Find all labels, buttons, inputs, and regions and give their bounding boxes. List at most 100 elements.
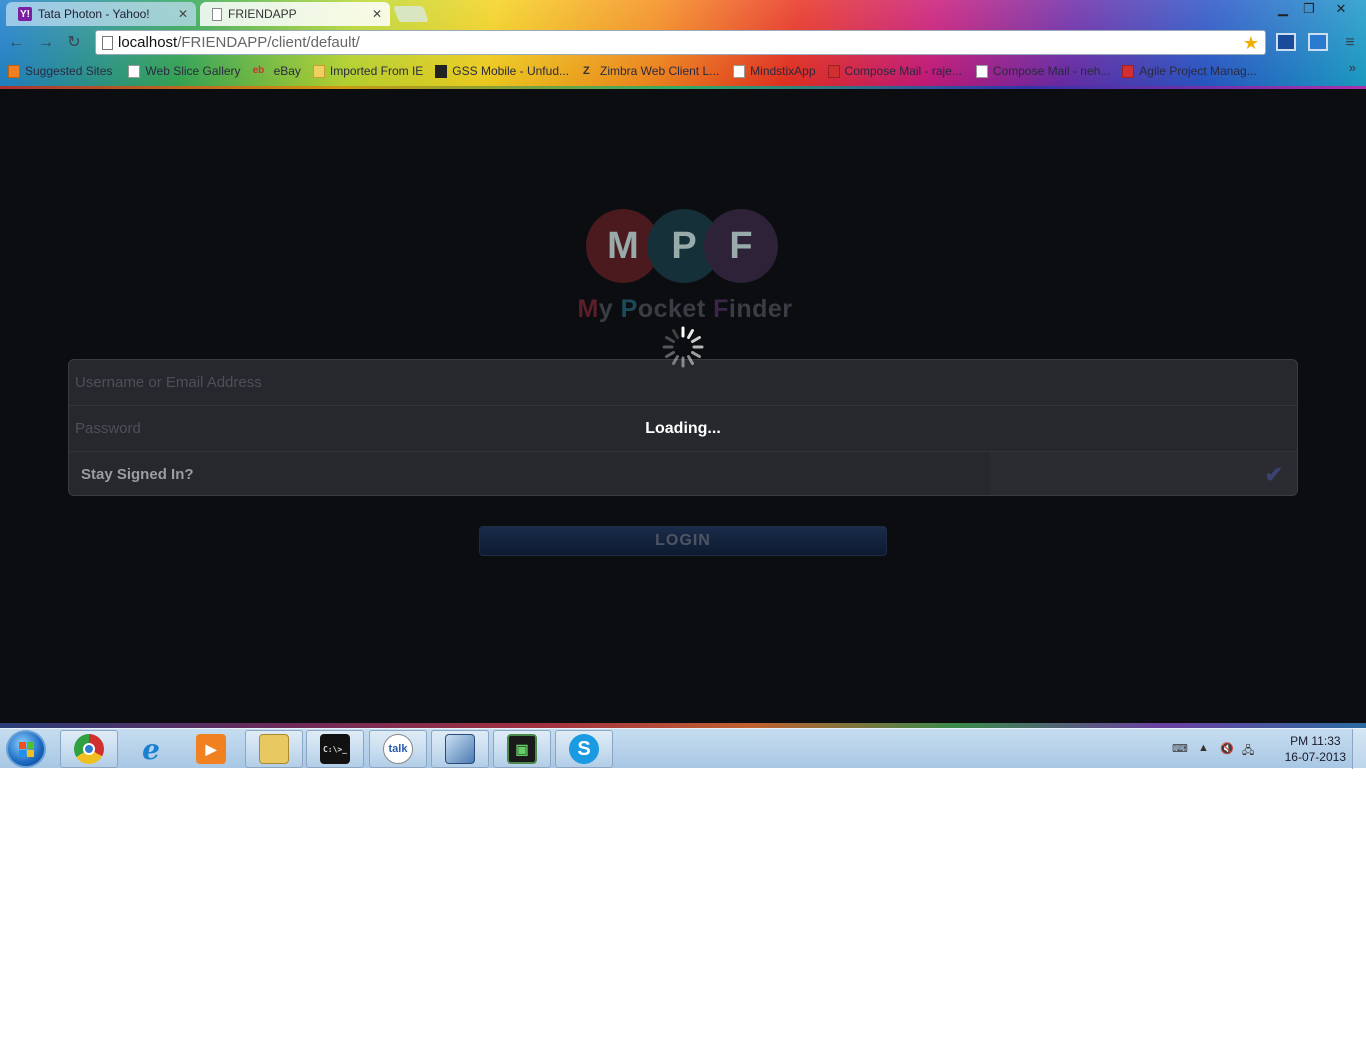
page-icon xyxy=(212,7,222,21)
tab-title: FRIENDAPP xyxy=(228,7,297,21)
stay-signed-in-label: Stay Signed In? xyxy=(81,466,194,483)
tagline-initial: M xyxy=(577,295,599,323)
bookmarks-overflow-icon[interactable]: » xyxy=(1349,60,1356,75)
close-tab-icon[interactable]: ✕ xyxy=(372,7,382,21)
taskbar-internet-explorer[interactable]: e xyxy=(122,730,180,768)
bookmark-label: Web Slice Gallery xyxy=(145,64,241,78)
tagline-initial: F xyxy=(713,295,729,323)
logo-letter: P xyxy=(671,224,697,267)
close-window-icon[interactable]: ✕ xyxy=(1328,0,1354,18)
volume-muted-icon[interactable]: 🔇 xyxy=(1220,742,1234,755)
bookmark-compose-mail-neh[interactable]: Compose Mail - neh... xyxy=(975,64,1110,78)
browser-toolbar: ← → ↻ localhost/FRIENDAPP/client/default… xyxy=(0,28,1366,58)
address-bar[interactable]: localhost/FRIENDAPP/client/default/ ★ xyxy=(95,30,1266,55)
tagline-rest: inder xyxy=(728,295,793,323)
windows-logo-icon xyxy=(19,742,26,749)
tagline-rest: y xyxy=(598,295,614,323)
new-tab-button[interactable] xyxy=(393,6,429,22)
bookmark-mindstixapp[interactable]: MindstixApp xyxy=(733,64,816,78)
tab-title: Tata Photon - Yahoo! xyxy=(38,7,150,21)
zimbra-icon: Z xyxy=(583,64,590,77)
app-viewport: M P F My Pocket Finder Stay Signed In? ✔… xyxy=(0,89,1366,723)
system-clock[interactable]: PM 11:33 16-07-2013 xyxy=(1285,733,1346,765)
close-tab-icon[interactable]: ✕ xyxy=(178,7,188,21)
taskbar-google-talk[interactable]: talk xyxy=(369,730,427,768)
checkmark-icon: ✔ xyxy=(1264,462,1283,487)
bookmark-gss-mobile[interactable]: GSS Mobile - Unfud... xyxy=(435,64,569,78)
clock-time: PM 11:33 xyxy=(1290,734,1341,748)
terminal-icon: ▣ xyxy=(507,734,537,764)
reload-icon[interactable]: ↻ xyxy=(64,34,84,52)
restore-icon[interactable]: ❐ xyxy=(1296,0,1322,18)
bookmarks-bar: Suggested Sites Web Slice Gallery eb eBay… xyxy=(0,60,1366,82)
bookmark-label: Imported From IE xyxy=(329,64,424,78)
loading-spinner-icon xyxy=(662,326,704,368)
taskbar-skype[interactable]: S xyxy=(555,730,613,768)
loading-text: Loading... xyxy=(645,420,721,437)
start-button[interactable] xyxy=(6,730,46,768)
bookmark-ebay[interactable]: eb eBay xyxy=(253,64,301,78)
cmd-label: C:\>_ xyxy=(322,744,348,754)
stay-signed-in-checkbox[interactable]: ✔ xyxy=(990,452,1297,495)
show-hidden-icons-icon[interactable]: ▲ xyxy=(1198,742,1212,754)
page-icon xyxy=(975,64,988,78)
taskbar-command-prompt[interactable]: C:\>_ xyxy=(306,730,364,768)
bookmark-label: Agile Project Manag... xyxy=(1139,64,1257,78)
network-icon[interactable]: 🖧 xyxy=(1242,742,1256,757)
bookmark-label: Zimbra Web Client L... xyxy=(600,64,720,78)
page-icon xyxy=(733,64,746,78)
taskbar-virtualbox[interactable] xyxy=(431,730,489,768)
bookmark-agile-project[interactable]: Agile Project Manag... xyxy=(1122,64,1257,78)
bookmark-compose-mail-raje[interactable]: Compose Mail - raje... xyxy=(827,64,962,78)
back-icon[interactable]: ← xyxy=(6,34,26,52)
page-icon xyxy=(128,64,141,78)
stay-signed-in-row: Stay Signed In? ✔ xyxy=(69,452,1297,495)
media-player-icon: ▶ xyxy=(196,734,226,764)
windows-taskbar: e ▶ C:\>_ talk ▣ S ⌨ ▲ 🔇 🖧 PM 11:33 16-0… xyxy=(0,728,1366,769)
cmd-icon: C:\>_ xyxy=(320,734,350,764)
show-desktop-button[interactable] xyxy=(1352,729,1366,769)
skype-icon: S xyxy=(569,734,599,764)
system-tray: ⌨ ▲ 🔇 🖧 PM 11:33 16-07-2013 xyxy=(1166,729,1366,769)
taskbar-media-player[interactable]: ▶ xyxy=(182,730,240,768)
ie-icon: e xyxy=(142,732,160,766)
bookmark-suggested-sites[interactable]: Suggested Sites xyxy=(8,64,112,78)
extension-icon[interactable] xyxy=(1276,33,1296,51)
gss-icon xyxy=(435,64,448,78)
bookmark-label: MindstixApp xyxy=(750,64,816,78)
tab-friendapp[interactable]: FRIENDAPP ✕ xyxy=(200,2,390,26)
minimize-icon[interactable]: ▁ xyxy=(1270,0,1296,18)
virtualbox-icon xyxy=(445,734,475,764)
bookmark-label: Compose Mail - raje... xyxy=(844,64,962,78)
menu-icon[interactable]: ≡ xyxy=(1340,34,1360,52)
extension-icon-2[interactable] xyxy=(1308,33,1328,51)
bookmark-label: eBay xyxy=(273,64,301,78)
taskbar-explorer[interactable] xyxy=(245,730,303,768)
suggested-sites-icon xyxy=(8,64,20,78)
forward-icon[interactable]: → xyxy=(36,34,56,52)
bookmark-star-icon[interactable]: ★ xyxy=(1243,33,1259,54)
bookmark-zimbra[interactable]: Z Zimbra Web Client L... xyxy=(583,64,719,78)
chrome-icon xyxy=(74,734,104,764)
url-path: /FRIENDAPP/client/default/ xyxy=(177,34,360,51)
talk-label: talk xyxy=(388,743,408,755)
agile-icon xyxy=(1122,64,1135,78)
app-logo: M P F xyxy=(586,209,782,289)
chrome-divider xyxy=(0,86,1366,89)
bookmark-imported-from-ie[interactable]: Imported From IE xyxy=(312,64,424,78)
taskbar-chrome[interactable] xyxy=(60,730,118,768)
gmail-icon xyxy=(827,64,840,78)
page-icon xyxy=(102,36,113,50)
folder-icon xyxy=(312,64,325,78)
yahoo-icon: Y! xyxy=(18,7,32,21)
keyboard-icon[interactable]: ⌨ xyxy=(1172,742,1188,755)
tab-yahoo[interactable]: Y! Tata Photon - Yahoo! ✕ xyxy=(6,2,196,26)
login-button[interactable]: LOGIN xyxy=(479,526,887,556)
bookmark-web-slice-gallery[interactable]: Web Slice Gallery xyxy=(128,64,241,78)
talk-icon: talk xyxy=(383,734,413,764)
clock-date: 16-07-2013 xyxy=(1284,750,1346,764)
taskbar-terminal[interactable]: ▣ xyxy=(493,730,551,768)
bookmark-label: GSS Mobile - Unfud... xyxy=(452,64,569,78)
url-host: localhost xyxy=(118,34,178,51)
folder-icon xyxy=(259,734,289,764)
